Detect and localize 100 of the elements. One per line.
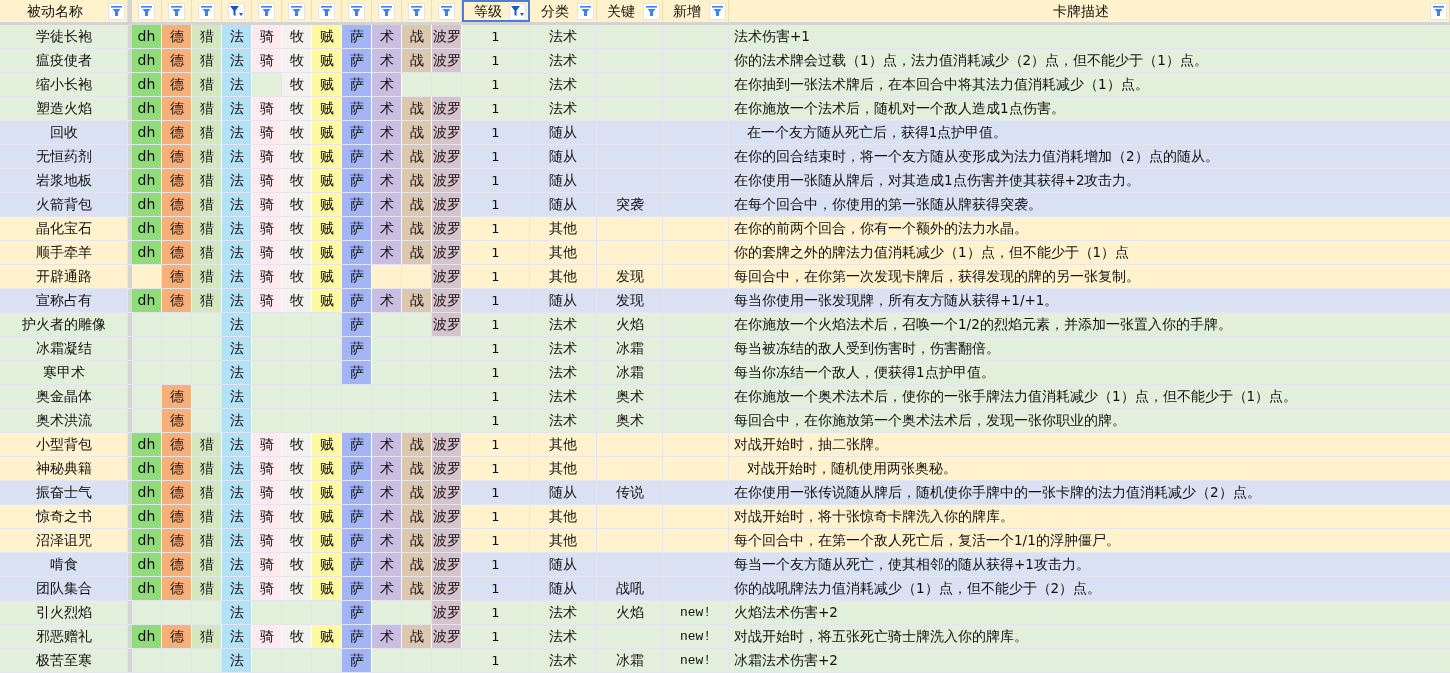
table-cell-text: 你的套牌之外的牌法力值消耗减少（1）点，但不能少于（1）点: [734, 243, 1130, 263]
class-cell: 法: [222, 169, 252, 192]
filter-icon: [411, 6, 422, 16]
table-cell-text: 在一个友方随从死亡后，获得1点护甲值。: [745, 123, 1008, 143]
filter-button[interactable]: [198, 2, 215, 20]
filter-button[interactable]: [577, 2, 594, 20]
class-cell: 猎: [192, 289, 222, 312]
class-cell: 萨: [342, 265, 372, 288]
table-cell-text: 邪恶赠礼: [35, 627, 92, 646]
table-cell-text: 1: [491, 363, 500, 382]
filter-button[interactable]: [709, 2, 726, 20]
class-cell: 战: [402, 625, 432, 648]
class-cell: 贼: [312, 193, 342, 216]
table-cell-text: 1: [491, 339, 500, 358]
class-cell: 术: [372, 97, 402, 120]
class-cell: 术: [372, 193, 402, 216]
class-cell: 波罗: [432, 601, 462, 624]
new-tag: new!: [679, 602, 712, 623]
class-cell: 牧: [282, 25, 312, 48]
filter-button[interactable]: [258, 2, 275, 20]
class-cell: 牧: [282, 625, 312, 648]
table-cell-text: 你的战吼牌法力值消耗减少（1）点，但不能少于（2）点。: [734, 579, 1102, 599]
filter-button[interactable]: [1430, 2, 1447, 20]
table-cell-text: 火焰法术伤害+2: [734, 603, 838, 623]
column-header[interactable]: 等级: [462, 0, 530, 22]
table-cell-text: 缩小长袍: [35, 75, 92, 94]
filter-button[interactable]: [348, 2, 365, 20]
class-cell: 战: [402, 241, 432, 264]
class-cell: 法: [222, 361, 252, 384]
class-cell: 波罗: [432, 169, 462, 192]
table-cell-text: 奥术: [615, 387, 644, 406]
class-cell: 战: [402, 433, 432, 456]
class-cell: 法: [222, 49, 252, 72]
class-cell: 法: [222, 241, 252, 264]
table-cell-text: 在你使用一张随从牌后，对其造成1点伤害并使其获得+2攻击力。: [734, 171, 1141, 191]
filter-button[interactable]: [378, 2, 395, 20]
class-cell: 贼: [312, 241, 342, 264]
class-cell: 术: [372, 169, 402, 192]
class-cell: 法: [222, 481, 252, 504]
table-cell-text: 发现: [615, 267, 644, 286]
table-cell-text: 奥金晶体: [35, 387, 92, 406]
class-cell: 猎: [192, 529, 222, 552]
class-cell: 德: [162, 289, 192, 312]
class-cell: 猎: [192, 433, 222, 456]
table-cell-text: 宣称占有: [35, 291, 92, 310]
table-cell-text: 团队集合: [35, 579, 92, 598]
filter-button[interactable]: [288, 2, 305, 20]
filter-button[interactable]: [318, 2, 335, 20]
filter-icon: [381, 6, 392, 16]
class-cell: dh: [132, 505, 162, 528]
class-cell: 术: [372, 577, 402, 600]
table-cell-text: 发现: [615, 291, 644, 310]
table-cell-text: 1: [491, 219, 500, 238]
class-cell: 骑: [252, 529, 282, 552]
table-cell-text: 其他: [549, 435, 577, 454]
filter-button[interactable]: [108, 2, 125, 20]
filter-button[interactable]: [509, 2, 526, 20]
class-cell: 法: [222, 649, 252, 672]
filter-button[interactable]: [138, 2, 155, 20]
table-cell-text: 其他: [549, 459, 577, 478]
class-cell: 德: [162, 241, 192, 264]
class-cell: 战: [402, 505, 432, 528]
class-cell: 战: [402, 145, 432, 168]
class-cell: 贼: [312, 577, 342, 600]
table-cell-text: 随从: [549, 147, 577, 166]
class-cell: 术: [372, 73, 402, 96]
table-cell-text: 随从: [549, 483, 577, 502]
class-cell: 萨: [342, 97, 372, 120]
table-cell-text: 法术: [549, 315, 577, 334]
class-cell: 牧: [282, 289, 312, 312]
table-cell-text: 1: [491, 99, 500, 118]
class-cell: 战: [402, 577, 432, 600]
class-cell: 猎: [192, 265, 222, 288]
class-cell: dh: [132, 73, 162, 96]
filter-button[interactable]: [228, 2, 245, 20]
class-cell: 骑: [252, 121, 282, 144]
filter-button[interactable]: [438, 2, 455, 20]
table-cell-text: 神秘典籍: [35, 459, 92, 478]
filter-icon: [111, 6, 122, 16]
class-cell: 猎: [192, 73, 222, 96]
class-cell: 猎: [192, 553, 222, 576]
table-cell-text: 法术: [549, 363, 577, 382]
filter-button[interactable]: [643, 2, 660, 20]
new-tag: new!: [679, 626, 712, 647]
class-cell: 牧: [282, 193, 312, 216]
class-cell: 萨: [342, 193, 372, 216]
filter-button[interactable]: [168, 2, 185, 20]
table-cell-text: 火箭背包: [35, 195, 92, 214]
table-cell-text: 1: [491, 555, 500, 574]
table-cell-text: 传说: [615, 483, 644, 502]
filter-icon: [351, 6, 362, 16]
class-cell: 波罗: [432, 121, 462, 144]
class-cell: 德: [162, 409, 192, 432]
filter-button[interactable]: [408, 2, 425, 20]
class-cell: 萨: [342, 145, 372, 168]
header-label: 等级: [472, 1, 503, 21]
filter-active-icon: [230, 5, 243, 17]
class-cell: 骑: [252, 193, 282, 216]
class-cell: 骑: [252, 49, 282, 72]
class-cell: 波罗: [432, 505, 462, 528]
